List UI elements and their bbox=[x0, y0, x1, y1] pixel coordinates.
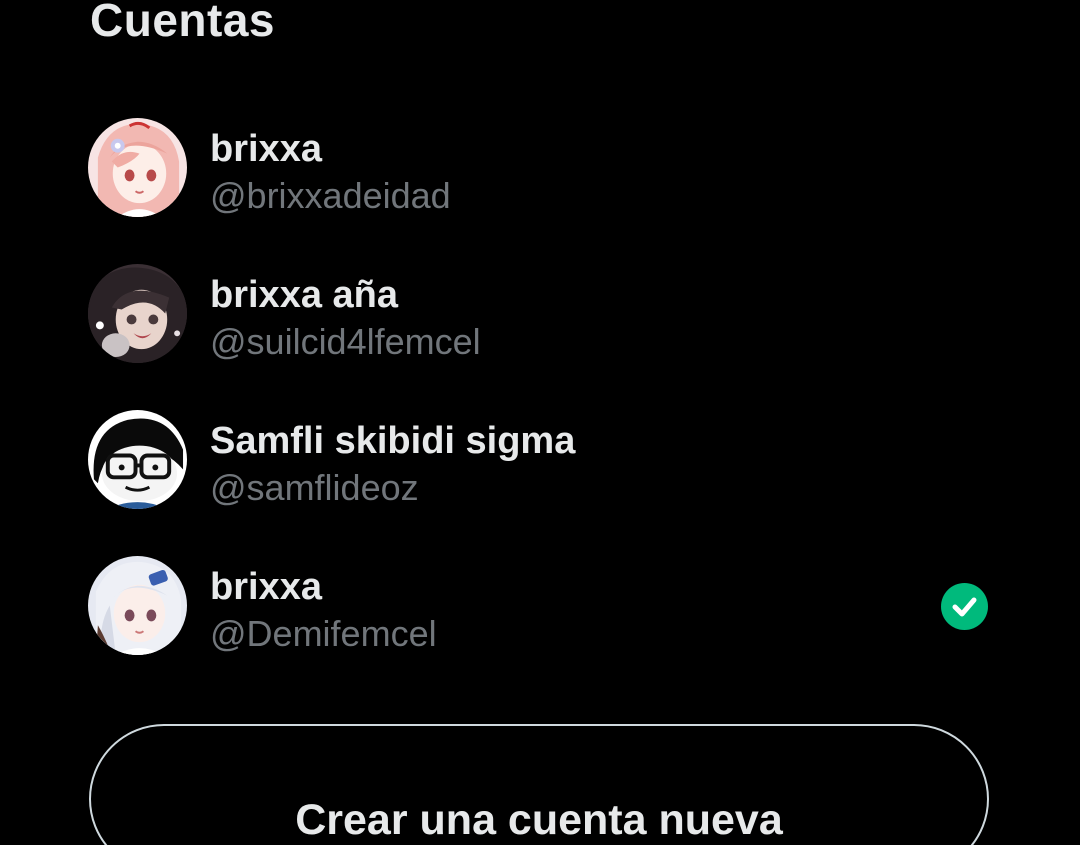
account-item-samflideoz[interactable]: Samfli skibidi sigma @samflideoz bbox=[0, 387, 1080, 533]
avatar bbox=[88, 410, 187, 509]
anime-girl-white-hair-avatar-icon bbox=[88, 556, 187, 655]
display-name: Samfli skibidi sigma bbox=[210, 420, 576, 462]
account-item-brixxadeidad[interactable]: brixxa @brixxadeidad bbox=[0, 95, 1080, 241]
anime-girl-pink-hair-avatar-icon bbox=[88, 118, 187, 217]
display-name: brixxa aña bbox=[210, 274, 398, 316]
account-item-suilcid4lfemcel[interactable]: brixxa aña @suilcid4lfemcel bbox=[0, 241, 1080, 387]
account-item-demifemcel[interactable]: brixxa @Demifemcel bbox=[0, 533, 1080, 679]
avatar bbox=[88, 118, 187, 217]
display-name: brixxa bbox=[210, 128, 322, 170]
handle: @Demifemcel bbox=[210, 613, 437, 654]
handle: @suilcid4lfemcel bbox=[210, 321, 481, 362]
accounts-screen: Cuentas brixxa @brixxadeidad brixxa aña … bbox=[0, 0, 1080, 845]
handle: @brixxadeidad bbox=[210, 175, 451, 216]
section-title: Cuentas bbox=[90, 0, 275, 46]
check-icon bbox=[941, 583, 988, 630]
cartoon-boy-glasses-avatar-icon bbox=[88, 410, 187, 509]
handle: @samflideoz bbox=[210, 467, 419, 508]
create-account-button[interactable]: Crear una cuenta nueva bbox=[89, 724, 989, 845]
display-name: brixxa bbox=[210, 566, 322, 608]
anime-girl-dark-hair-avatar-icon bbox=[88, 264, 187, 363]
avatar bbox=[88, 556, 187, 655]
avatar bbox=[88, 264, 187, 363]
